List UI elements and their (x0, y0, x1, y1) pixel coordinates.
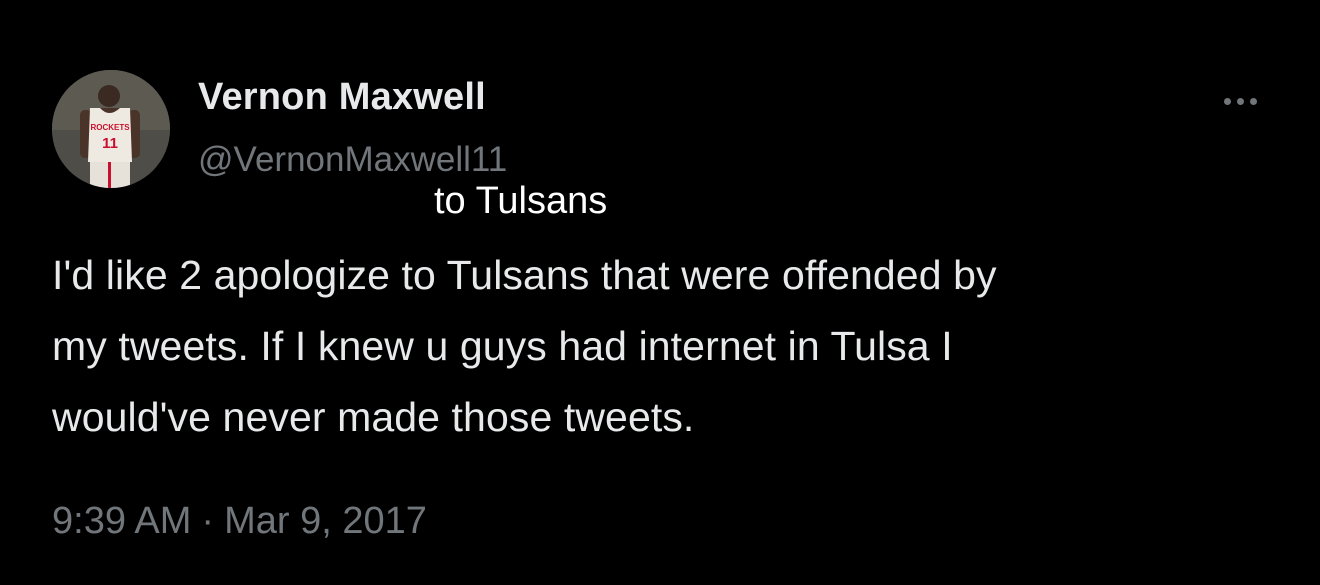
svg-text:11: 11 (102, 135, 118, 152)
display-name[interactable]: Vernon Maxwell (198, 76, 486, 119)
more-options-icon (1223, 97, 1231, 105)
avatar[interactable]: ROCKETS 11 (52, 70, 170, 188)
tweet-timestamp[interactable]: 9:39 AM · Mar 9, 2017 (52, 500, 427, 543)
user-handle[interactable]: @VernonMaxwell11 (198, 140, 507, 180)
more-options-icon-dot (1236, 97, 1244, 105)
tweet-card: ROCKETS 11 Vernon Maxwell @VernonMaxwell… (0, 0, 1320, 585)
more-options-icon-dot (1249, 97, 1257, 105)
more-options-button[interactable] (1210, 86, 1270, 116)
svg-text:ROCKETS: ROCKETS (90, 123, 130, 132)
correction-overlay-text: to Tulsans (434, 180, 608, 222)
tweet-date: Mar 9, 2017 (224, 500, 427, 542)
tweet-time: 9:39 AM (52, 500, 192, 542)
player-photo-icon: ROCKETS 11 (52, 70, 170, 188)
tweet-text: I'd like 2 apologize to Tulsans that wer… (52, 252, 997, 440)
meta-separator: · (201, 500, 215, 542)
